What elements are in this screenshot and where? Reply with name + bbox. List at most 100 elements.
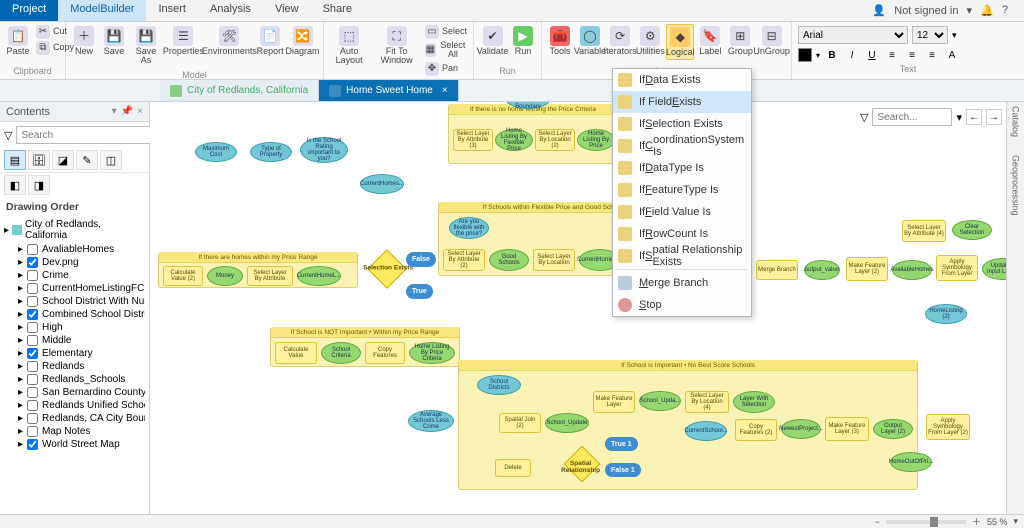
tool-make-fl[interactable]: Make Feature Layer: [593, 391, 635, 413]
label-button[interactable]: 🔖Label: [696, 24, 724, 58]
tool-delete[interactable]: Delete: [495, 459, 531, 477]
logical-button[interactable]: ◆Logical: [666, 24, 694, 60]
contents-search-input[interactable]: [16, 126, 158, 144]
align-right-button[interactable]: ≡: [924, 47, 940, 63]
layer-item[interactable]: ▸Crime: [4, 269, 145, 282]
out-school-crit[interactable]: School Criteria: [321, 342, 361, 364]
block-school-not-important[interactable]: If School is NOT Important • Within my P…: [270, 327, 460, 367]
bell-icon[interactable]: 🔔: [980, 4, 994, 18]
doc-tab-map[interactable]: City of Redlands, California: [160, 80, 319, 101]
branch-true[interactable]: True: [406, 284, 433, 299]
tab-view[interactable]: View: [263, 0, 311, 21]
align-left-button[interactable]: ≡: [884, 47, 900, 63]
layer-checkbox[interactable]: [27, 348, 38, 359]
tool-calc-value-2[interactable]: Calculate Value (2): [163, 266, 203, 286]
zoom-slider[interactable]: [886, 520, 966, 524]
properties-button[interactable]: ☰Properties: [164, 24, 202, 58]
tool-select-loc-4[interactable]: Select Layer By Location (4): [685, 391, 729, 413]
variable-button[interactable]: ◯Variable: [576, 24, 604, 58]
tool-make-fl-2[interactable]: Make Feature Layer (2): [846, 257, 888, 281]
tool-spatial-join[interactable]: Spatial Join (2): [499, 413, 541, 433]
out-good-schools[interactable]: Good Schools: [489, 249, 529, 271]
doc-tab-model[interactable]: Home Sweet Home×: [319, 80, 459, 101]
paste-button[interactable]: 📋Paste: [4, 24, 32, 58]
model-canvas[interactable]: ▽ ▾ ← → Maximum Cost Type of Property Is…: [150, 102, 1024, 514]
list-by-selection-button[interactable]: ◪: [52, 150, 74, 170]
logical-selection-exists[interactable]: Selection Exists: [367, 249, 407, 289]
tool-apply-symbology[interactable]: Apply Symbology From Layer: [936, 255, 978, 281]
out-output-layer-2[interactable]: Output Layer (2): [873, 419, 913, 439]
block-school-important[interactable]: If School is Important • No Best Score S…: [458, 360, 918, 490]
logical-menu-stop[interactable]: Stop: [613, 294, 751, 316]
tab-analysis[interactable]: Analysis: [198, 0, 263, 21]
layer-item[interactable]: ▸CurrentHomeListingFC: [4, 282, 145, 295]
logical-menu-item[interactable]: If Field Value Is: [613, 201, 751, 223]
layer-checkbox[interactable]: [27, 374, 38, 385]
logical-menu-merge[interactable]: Merge Branch: [613, 272, 751, 294]
out-available-homes[interactable]: AvailableHomes: [892, 260, 932, 280]
logical-menu-item[interactable]: If Field Exists: [613, 91, 751, 113]
tool-calc-value[interactable]: Calculate Value: [275, 342, 317, 364]
layer-item[interactable]: ▸Redlands: [4, 360, 145, 373]
layer-checkbox[interactable]: [27, 309, 38, 320]
tool-select-attr-2[interactable]: Select Layer By Attribute (2): [443, 249, 485, 271]
tab-share[interactable]: Share: [311, 0, 364, 21]
var-type-property[interactable]: Type of Property: [250, 142, 292, 162]
layer-checkbox[interactable]: [27, 400, 38, 411]
layer-item[interactable]: ▸AvaliableHomes: [4, 243, 145, 256]
help-icon[interactable]: ?: [1002, 4, 1016, 18]
prev-result-button[interactable]: ←: [966, 109, 982, 125]
tools-button[interactable]: 🧰Tools: [546, 24, 574, 58]
layer-checkbox[interactable]: [27, 439, 38, 450]
canvas-filter-icon[interactable]: ▽: [860, 111, 868, 124]
layer-item[interactable]: ▸World Street Map: [4, 438, 145, 451]
close-icon[interactable]: ×: [442, 85, 448, 96]
diagram-button[interactable]: 🔀Diagram: [286, 24, 319, 58]
layer-checkbox[interactable]: [27, 257, 38, 268]
iterators-button[interactable]: ⟳Iterators: [606, 24, 634, 58]
layer-checkbox[interactable]: [27, 322, 38, 333]
bold-button[interactable]: B: [824, 47, 840, 63]
layer-checkbox[interactable]: [27, 426, 38, 437]
layer-item[interactable]: ▸Dev.png: [4, 256, 145, 269]
layer-item[interactable]: ▸San Bernardino County School D: [4, 386, 145, 399]
tool-merge-branch[interactable]: Merge Branch: [756, 260, 798, 280]
out-home-flex[interactable]: Home Listing By Flexible Price: [495, 129, 533, 151]
catalog-tab[interactable]: Catalog: [1011, 106, 1021, 137]
layer-item[interactable]: ▸Middle: [4, 334, 145, 347]
zoom-menu-button[interactable]: ▾: [1013, 516, 1018, 527]
auto-layout-button[interactable]: ⬚Auto Layout: [328, 24, 370, 68]
layer-item[interactable]: ▸School District With Number of C: [4, 295, 145, 308]
block-homes-in-range[interactable]: If there are homes within my Price Range…: [158, 252, 358, 288]
layer-checkbox[interactable]: [27, 335, 38, 346]
layer-checkbox[interactable]: [27, 283, 38, 294]
pan-button[interactable]: ✥Pan: [423, 61, 469, 77]
var-avg-schools[interactable]: Average Schools Less Crime: [408, 410, 454, 432]
layer-checkbox[interactable]: [27, 361, 38, 372]
pane-menu-icon[interactable]: ▾: [112, 106, 117, 117]
italic-button[interactable]: I: [844, 47, 860, 63]
logical-menu-item[interactable]: If RowCount Is: [613, 223, 751, 245]
tree-root[interactable]: ▸ City of Redlands, California: [4, 217, 145, 243]
layer-checkbox[interactable]: [27, 413, 38, 424]
filter-icon[interactable]: ▽: [4, 129, 12, 142]
list-by-snapping-button[interactable]: ◫: [100, 150, 122, 170]
out-home-out[interactable]: HomeOutOfPri...: [890, 452, 932, 472]
out-home-pc[interactable]: Home Listing By Price Criteria: [409, 342, 455, 364]
sign-in-link[interactable]: Not signed in: [894, 5, 958, 17]
close-pane-icon[interactable]: ×: [137, 106, 143, 117]
validate-button[interactable]: ✔Validate: [478, 24, 507, 58]
var-school-dist[interactable]: School Districts: [477, 375, 521, 395]
list-by-drawing-order-button[interactable]: ▤: [4, 150, 26, 170]
ungroup-button[interactable]: ⊟UnGroup: [756, 24, 787, 58]
var-maximum-cost[interactable]: Maximum Cost: [195, 142, 237, 162]
out-money[interactable]: Money: [207, 266, 243, 286]
tool-select-loc[interactable]: Select Layer By Location: [533, 249, 575, 271]
tool-apply-symbology-2[interactable]: Apply Symbology From Layer (2): [926, 414, 970, 440]
layer-item[interactable]: ▸Map Notes: [4, 425, 145, 438]
tab-project[interactable]: Project: [0, 0, 58, 21]
out-newest[interactable]: NewestProject...: [781, 419, 821, 439]
tab-insert[interactable]: Insert: [146, 0, 198, 21]
tool-make-fl-3[interactable]: Make Feature Layer (3): [825, 417, 869, 441]
out-school-update[interactable]: School_Update: [545, 413, 589, 433]
